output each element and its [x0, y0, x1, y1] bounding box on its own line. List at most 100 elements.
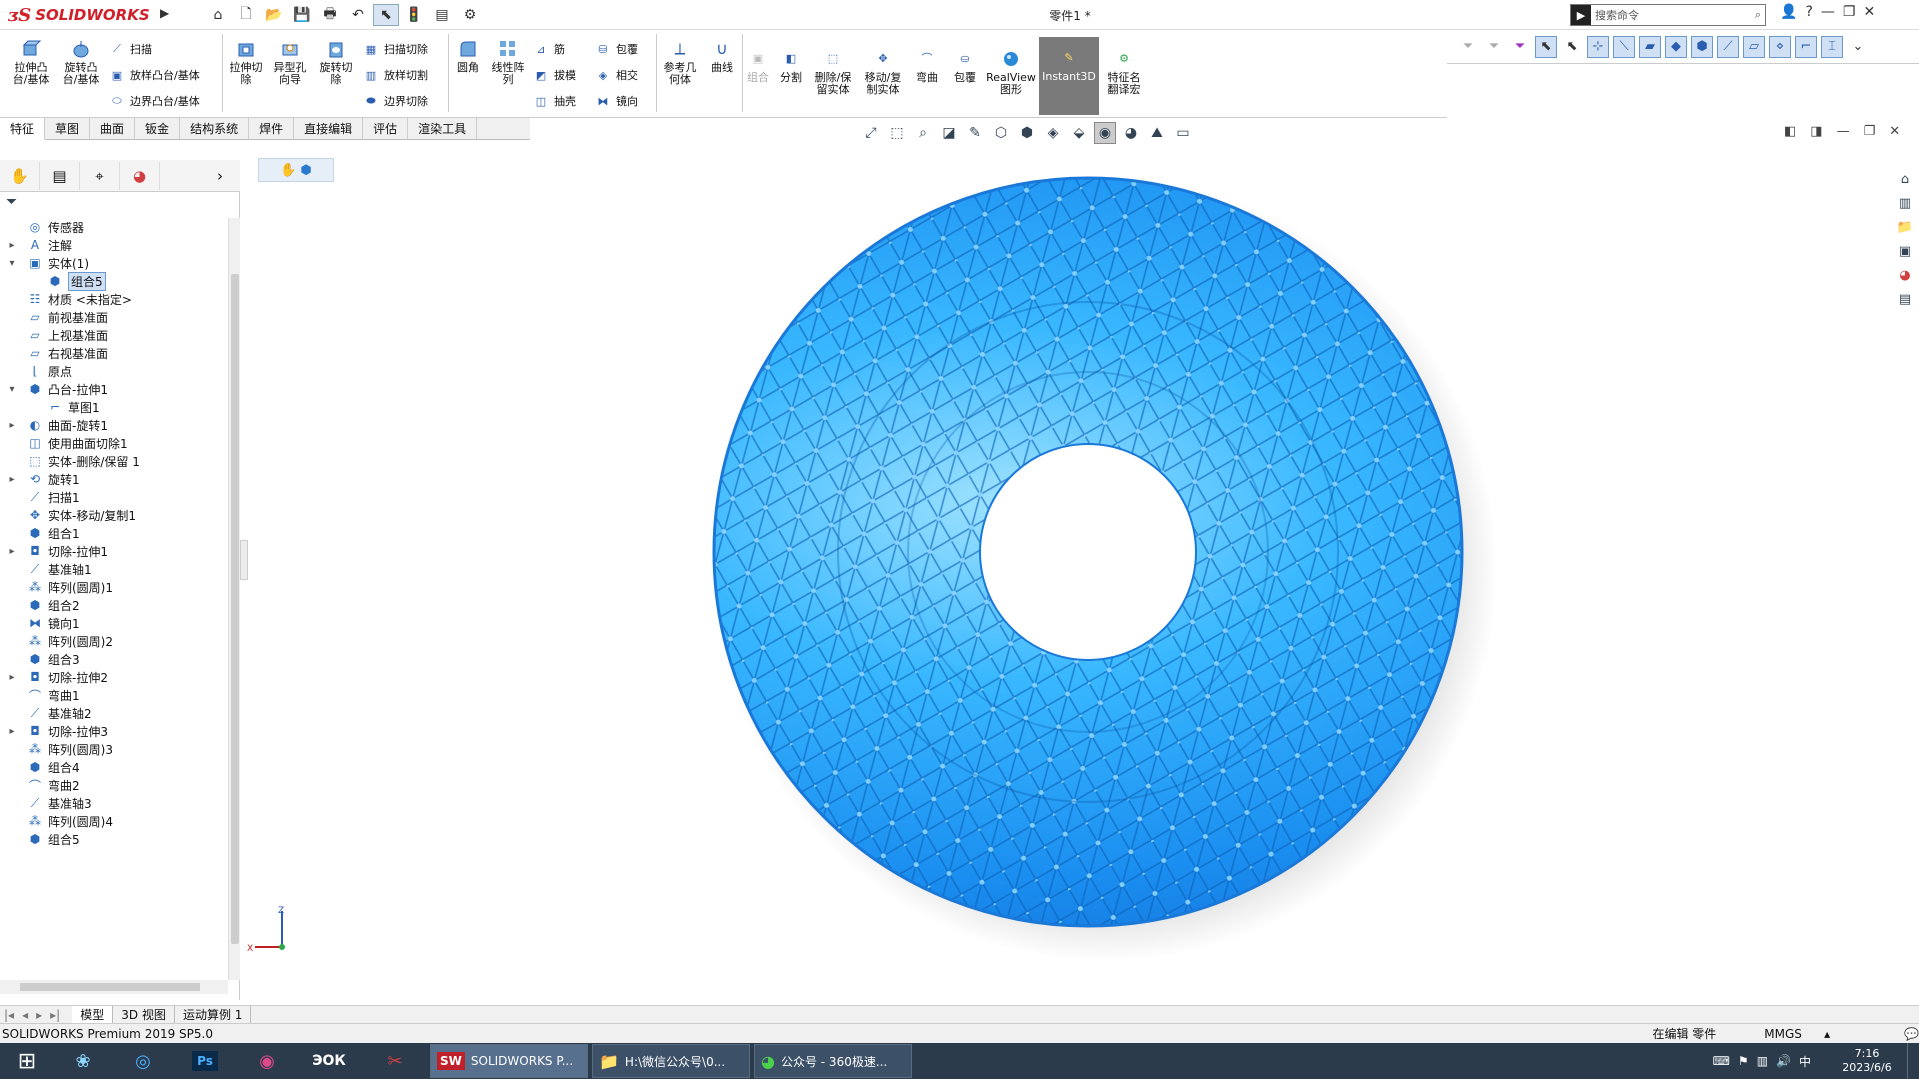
extrude-cut-button[interactable]: 拉伸切 除: [224, 38, 268, 86]
tab-features[interactable]: 特征: [0, 118, 46, 140]
print-icon[interactable]: 🖶: [317, 4, 343, 26]
save-icon[interactable]: 💾: [289, 4, 315, 26]
tab-evaluate[interactable]: 评估: [363, 118, 409, 140]
search-commands-field[interactable]: ▶ 搜索命令 ⌕: [1570, 4, 1766, 26]
taskbar-task-browser[interactable]: ◕ 公众号 - 360极速...: [754, 1044, 912, 1078]
unit-system[interactable]: MMGS: [1764, 1027, 1824, 1041]
revolve-cut-button[interactable]: 旋转切 除: [314, 38, 358, 86]
restore-icon[interactable]: ❐: [1843, 4, 1856, 20]
close-icon[interactable]: ✕: [1863, 4, 1875, 20]
new-document-icon[interactable]: 🗋: [233, 4, 259, 26]
pinned-tool-icon[interactable]: ◉: [236, 1043, 298, 1079]
tab-model[interactable]: 模型: [72, 1005, 114, 1024]
filter-icon[interactable]: ⏷: [1457, 36, 1479, 58]
feature-manager-tab-icon[interactable]: ✋: [0, 161, 40, 190]
tab-weldments[interactable]: 焊件: [249, 118, 295, 140]
search-icon[interactable]: ⌕: [1751, 8, 1765, 22]
wrap-button[interactable]: ⛁ 包覆: [594, 40, 638, 58]
menu-expand-arrow-icon[interactable]: ▶: [160, 6, 172, 24]
linear-pattern-button[interactable]: 线性阵 列: [488, 38, 528, 86]
extrude-boss-button[interactable]: 拉伸凸 台/基体: [8, 38, 54, 86]
draft-button[interactable]: ◩ 拔模: [532, 66, 576, 84]
units-dropdown-icon[interactable]: ▴: [1824, 1027, 1904, 1041]
filter-axes-icon[interactable]: ⟋: [1717, 35, 1739, 58]
property-manager-tab-icon[interactable]: ▤: [40, 161, 80, 190]
tab-structure-system[interactable]: 结构系统: [180, 118, 250, 140]
revolve-boss-button[interactable]: 旋转凸 台/基体: [58, 38, 104, 86]
rebuild-icon[interactable]: 🚦: [401, 4, 427, 26]
expand-toggle-icon[interactable]: ▸: [6, 420, 18, 431]
realview-button[interactable]: RealView 图形: [986, 48, 1036, 96]
toolbar-expand-icon[interactable]: ⌄: [1847, 36, 1869, 58]
shell-button[interactable]: ◫ 抽壳: [532, 92, 576, 110]
tab-nav-last-icon[interactable]: ▸|: [46, 1008, 72, 1022]
view-palette-icon[interactable]: ▣: [1894, 240, 1916, 262]
ime-icon[interactable]: 中: [1799, 1053, 1811, 1070]
solidworks-resources-icon[interactable]: ⌂: [1894, 168, 1916, 190]
tab-motion-study[interactable]: 运动算例 1: [175, 1005, 252, 1024]
doc-close-icon[interactable]: ✕: [1889, 124, 1900, 139]
fillet-button[interactable]: 圆角: [450, 38, 486, 74]
panel-collapse-handle[interactable]: [240, 540, 248, 580]
expand-toggle-icon[interactable]: ▸: [6, 726, 18, 737]
filter-planes-icon[interactable]: ▱: [1743, 35, 1765, 58]
display-manager-tab-icon[interactable]: ◕: [120, 161, 160, 190]
wrap-body-button[interactable]: ⛀ 包覆: [948, 48, 982, 84]
taskbar-task-solidworks[interactable]: SW SOLIDWORKS P...: [430, 1044, 588, 1078]
pinned-drawing-icon[interactable]: ✂: [360, 1043, 430, 1079]
options-gear-icon[interactable]: ⚙: [457, 4, 483, 26]
pinned-recorder-icon[interactable]: ЭОК: [298, 1043, 360, 1079]
select-arrow-icon[interactable]: ⬉: [1535, 35, 1557, 58]
filter-sketch-icon[interactable]: ⌐: [1795, 35, 1817, 58]
clock[interactable]: 7:16 2023/6/6: [1827, 1043, 1907, 1079]
instant3d-button[interactable]: ✎ Instant3D: [1039, 37, 1099, 115]
sweep-button[interactable]: ⟋ 扫描: [108, 40, 152, 58]
start-button-icon[interactable]: ⊞: [0, 1043, 54, 1079]
undo-icon[interactable]: ↶: [345, 4, 371, 26]
help-icon[interactable]: ?: [1805, 4, 1812, 20]
combine-button[interactable]: ▣ 组合: [744, 48, 772, 84]
tab-surfaces[interactable]: 曲面: [90, 118, 136, 140]
loft-boss-button[interactable]: ▣ 放样凸台/基体: [108, 66, 200, 84]
expand-toggle-icon[interactable]: ▾: [6, 384, 18, 395]
feature-translate-macro-button[interactable]: ⚙ 特征名 翻译宏: [1100, 48, 1148, 96]
expand-toggle-icon[interactable]: ▸: [6, 672, 18, 683]
solidworks-logo[interactable]: ᴣS SOLIDWORKS: [8, 2, 158, 28]
tab-nav-first-icon[interactable]: |◂: [0, 1008, 18, 1022]
boundary-boss-button[interactable]: ⬭ 边界凸台/基体: [108, 92, 199, 110]
reference-geometry-button[interactable]: ⟂ 参考几 何体: [658, 38, 702, 86]
tab-sheet-metal[interactable]: 钣金: [135, 118, 181, 140]
design-library-icon[interactable]: ▥: [1894, 192, 1916, 214]
keyboard-icon[interactable]: ⌨: [1713, 1054, 1730, 1068]
expand-toggle-icon[interactable]: ▾: [6, 258, 18, 269]
filter-vertices-icon[interactable]: ⊹: [1587, 35, 1609, 58]
flex-button[interactable]: ⌒ 弯曲: [910, 48, 944, 84]
graphics-area[interactable]: [248, 140, 1888, 1004]
scrollbar-thumb[interactable]: [20, 983, 200, 991]
mirror-button[interactable]: ⧓ 镜向: [594, 92, 639, 110]
expand-toggle-icon[interactable]: ▸: [6, 474, 18, 485]
intersect-button[interactable]: ◈ 相交: [594, 66, 638, 84]
tree-vertical-scrollbar[interactable]: [228, 218, 240, 980]
tab-sketch[interactable]: 草图: [45, 118, 91, 140]
panel-expand-icon[interactable]: ›: [200, 162, 240, 190]
pinned-browser-icon[interactable]: ◎: [112, 1043, 174, 1079]
appearances-icon[interactable]: ◕: [1894, 264, 1916, 286]
user-icon[interactable]: 👤: [1780, 4, 1797, 20]
taskbar-task-folder[interactable]: 📁 H:\微信公众号\0...: [592, 1044, 750, 1078]
tab-direct-editing[interactable]: 直接编辑: [294, 118, 364, 140]
search-input[interactable]: 搜索命令: [1591, 7, 1751, 23]
curves-button[interactable]: ∪ 曲线: [704, 38, 740, 74]
select-other-icon[interactable]: ⬉: [1561, 36, 1583, 58]
scrollbar-thumb[interactable]: [231, 274, 239, 944]
boundary-cut-button[interactable]: ⬬ 边界切除: [362, 92, 428, 110]
tree-filter-icon[interactable]: ⏷: [6, 194, 17, 210]
hole-wizard-button[interactable]: 异型孔 向导: [268, 38, 312, 86]
loft-cut-button[interactable]: ▥ 放样切割: [362, 66, 428, 84]
tab-render-tools[interactable]: 渲染工具: [408, 118, 478, 140]
file-explorer-icon[interactable]: 📁: [1894, 216, 1916, 238]
tree-item[interactable]: ⬢ 组合5: [0, 828, 228, 850]
tab-nav-next-icon[interactable]: ▸: [32, 1008, 46, 1022]
filter-surfaces-icon[interactable]: ◆: [1665, 35, 1687, 58]
doc-restore-icon[interactable]: ❐: [1864, 124, 1876, 139]
